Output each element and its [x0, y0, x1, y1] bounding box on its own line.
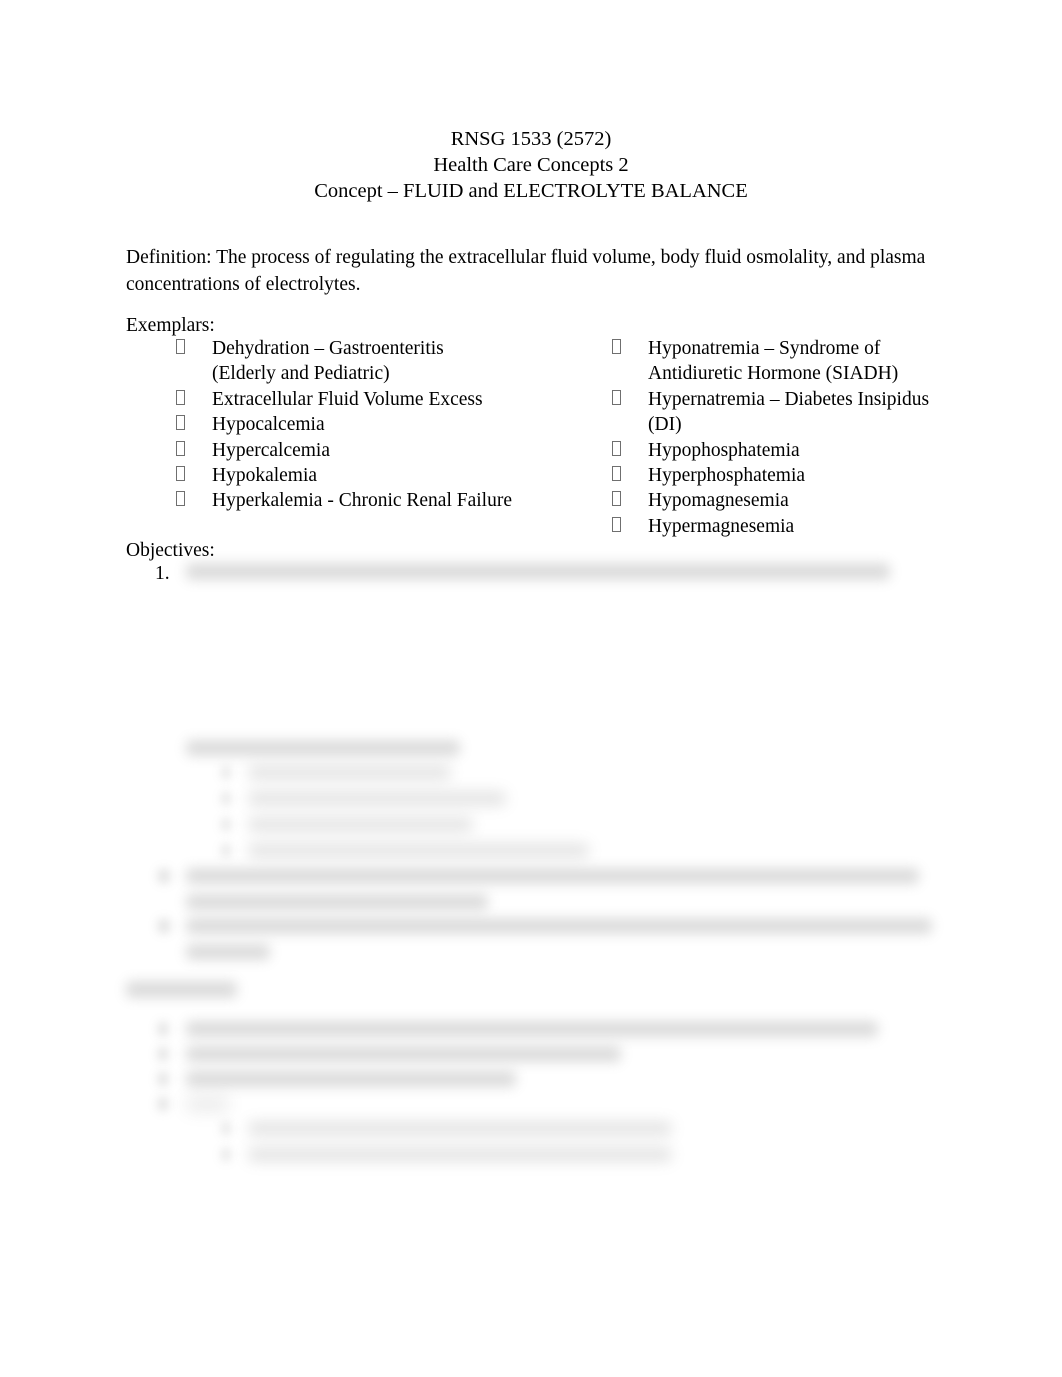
- title-line-course-name: Health Care Concepts 2: [433, 154, 629, 176]
- bullet-box-icon: [612, 466, 621, 482]
- list-item-label: Hypocalcemia: [212, 414, 325, 436]
- list-item: Hyperkalemia - Chronic Renal Failure: [152, 488, 512, 513]
- resource-2-marker: [158, 1047, 168, 1061]
- resource-3-text: [186, 1071, 516, 1087]
- list-item-label: Hyponatremia – Syndrome of Antidiuretic …: [648, 338, 899, 385]
- bullet-box-icon: [176, 440, 185, 456]
- list-item: Hypocalcemia: [152, 412, 512, 437]
- resource-4-sub-1-text: [248, 1121, 672, 1136]
- objective-1b-sub-3-text: [248, 817, 473, 832]
- objective-2-marker: [158, 869, 170, 883]
- objective-3-line-2: [186, 944, 270, 960]
- list-item: Hyponatremia – Syndrome of Antidiuretic …: [588, 336, 948, 387]
- document-title: RNSG 1533 (2572) Health Care Concepts 2 …: [126, 126, 936, 204]
- list-item: Hypernatremia – Diabetes Insipidus (DI): [588, 387, 948, 438]
- objective-1b-sub-1-text: [248, 765, 451, 780]
- list-item-label: Hypophosphatemia: [648, 439, 800, 461]
- resource-4-sub-1-mark: [222, 1122, 230, 1135]
- bullet-box-icon: [176, 389, 185, 405]
- list-item-label: Dehydration – Gastroenteritis (Elderly a…: [212, 338, 444, 385]
- bullet-box-icon: [612, 491, 621, 507]
- objective-1b-sub-2-mark: [222, 792, 230, 805]
- resource-3-marker: [158, 1072, 168, 1086]
- resource-2-text: [186, 1046, 621, 1062]
- objective-1b-sub-4-text: [248, 843, 589, 858]
- objective-3-line-1: [186, 918, 932, 934]
- list-item: Hypercalcemia: [152, 438, 512, 463]
- list-item-label: Hyperkalemia - Chronic Renal Failure: [212, 490, 512, 512]
- objectives-item-number: 1.: [155, 563, 170, 584]
- objective-1b-sub-1-mark: [222, 766, 230, 779]
- bullet-box-icon: [612, 516, 621, 532]
- list-item-label: Hypermagnesemia: [648, 515, 795, 537]
- objective-2-line-2: [186, 894, 488, 910]
- objective-1b-heading: [186, 740, 460, 756]
- objective-2-line-1: [186, 868, 919, 884]
- bullet-box-icon: [612, 339, 621, 354]
- list-item-label: Hypernatremia – Diabetes Insipidus (DI): [648, 388, 930, 436]
- list-item: Hypomagnesemia: [588, 488, 948, 513]
- resource-4-sub-2-text: [248, 1147, 672, 1162]
- objectives-heading: Objectives:: [126, 540, 215, 561]
- exemplars-left-column: Dehydration – Gastroenteritis (Elderly a…: [152, 336, 512, 514]
- list-item: Extracellular Fluid Volume Excess: [152, 387, 512, 412]
- list-item: Hypophosphatemia: [588, 438, 948, 463]
- resource-4-marker: [158, 1097, 168, 1111]
- definition-paragraph: Definition: The process of regulating th…: [126, 247, 926, 295]
- list-item-label: Hyperphosphatemia: [648, 465, 806, 487]
- list-item-label: Hypomagnesemia: [648, 490, 789, 512]
- resource-4-sub-2-mark: [222, 1148, 230, 1161]
- list-item: Hypermagnesemia: [588, 514, 948, 539]
- resource-4-text: [186, 1096, 229, 1112]
- bullet-box-icon: [176, 491, 185, 507]
- list-item: Dehydration – Gastroenteritis (Elderly a…: [152, 336, 512, 387]
- resource-1-marker: [158, 1022, 168, 1036]
- bullet-box-icon: [176, 415, 185, 431]
- exemplars-right-column: Hyponatremia – Syndrome of Antidiuretic …: [588, 336, 948, 539]
- redacted-content-layer: [0, 0, 1062, 1377]
- document-page: RNSG 1533 (2572) Health Care Concepts 2 …: [0, 0, 1062, 1377]
- objective-1b-sub-3-mark: [222, 818, 230, 831]
- bullet-box-icon: [176, 339, 185, 354]
- objective-1b-sub-4-mark: [222, 844, 230, 857]
- title-line-concept: Concept – FLUID and ELECTROLYTE BALANCE: [314, 180, 748, 202]
- bullet-box-icon: [612, 440, 621, 456]
- title-line-course-code: RNSG 1533 (2572): [450, 128, 612, 150]
- objective-1b-sub-2-text: [248, 791, 506, 806]
- objective-3-marker: [158, 919, 170, 933]
- bullet-box-icon: [612, 389, 621, 405]
- resource-1-text: [186, 1021, 878, 1037]
- list-item-label: Hypercalcemia: [212, 439, 331, 461]
- list-item-label: Hypokalemia: [212, 465, 318, 487]
- list-item: Hyperphosphatemia: [588, 463, 948, 488]
- resources-heading: [126, 981, 237, 998]
- objective-1-text: [186, 563, 890, 580]
- list-item-label: Extracellular Fluid Volume Excess: [212, 388, 483, 410]
- list-item: Hypokalemia: [152, 463, 512, 488]
- bullet-box-icon: [176, 466, 185, 482]
